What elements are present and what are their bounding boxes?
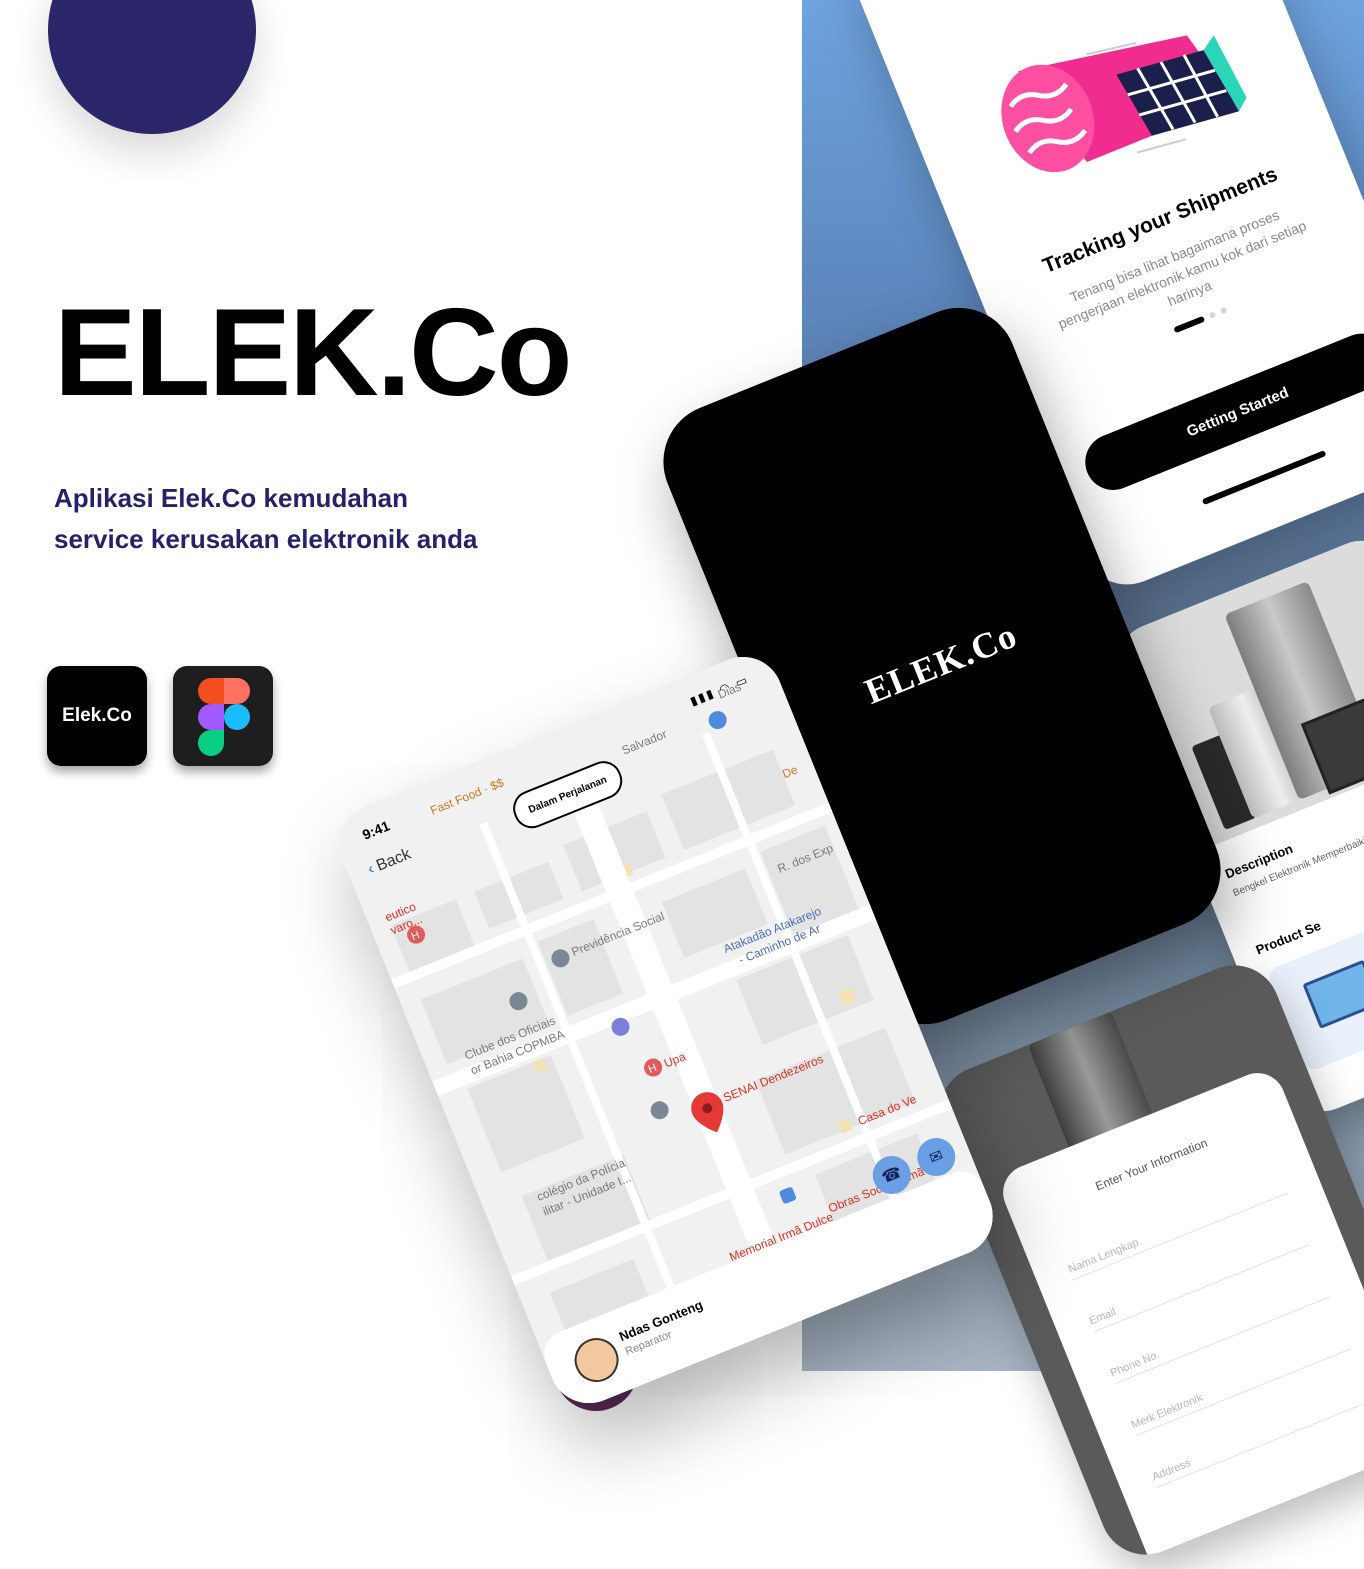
page-dot	[1219, 306, 1228, 315]
brand-tagline: Aplikasi Elek.Co kemudahan service kerus…	[54, 483, 478, 554]
home-indicator	[1201, 450, 1327, 506]
monitor-icon	[1302, 959, 1364, 1029]
decorative-circle	[48, 0, 256, 134]
figma-logo-icon	[198, 678, 250, 756]
form-card: Enter Your Information Nama Lengkap Emai…	[994, 1064, 1364, 1569]
splash-logo: ELEK.Co	[859, 614, 1023, 712]
page-dot-active	[1173, 315, 1206, 334]
brand-title: ELEK.Co	[54, 284, 572, 422]
page-dot	[1208, 311, 1217, 320]
avatar	[567, 1331, 626, 1389]
chat-icon: ✉	[927, 1147, 946, 1168]
figma-logo-icon	[173, 666, 273, 766]
app-icon-label: Elek.Co	[62, 705, 132, 726]
elekco-app-icon: Elek.Co	[47, 666, 147, 766]
phone-icon: ☎	[879, 1163, 905, 1188]
